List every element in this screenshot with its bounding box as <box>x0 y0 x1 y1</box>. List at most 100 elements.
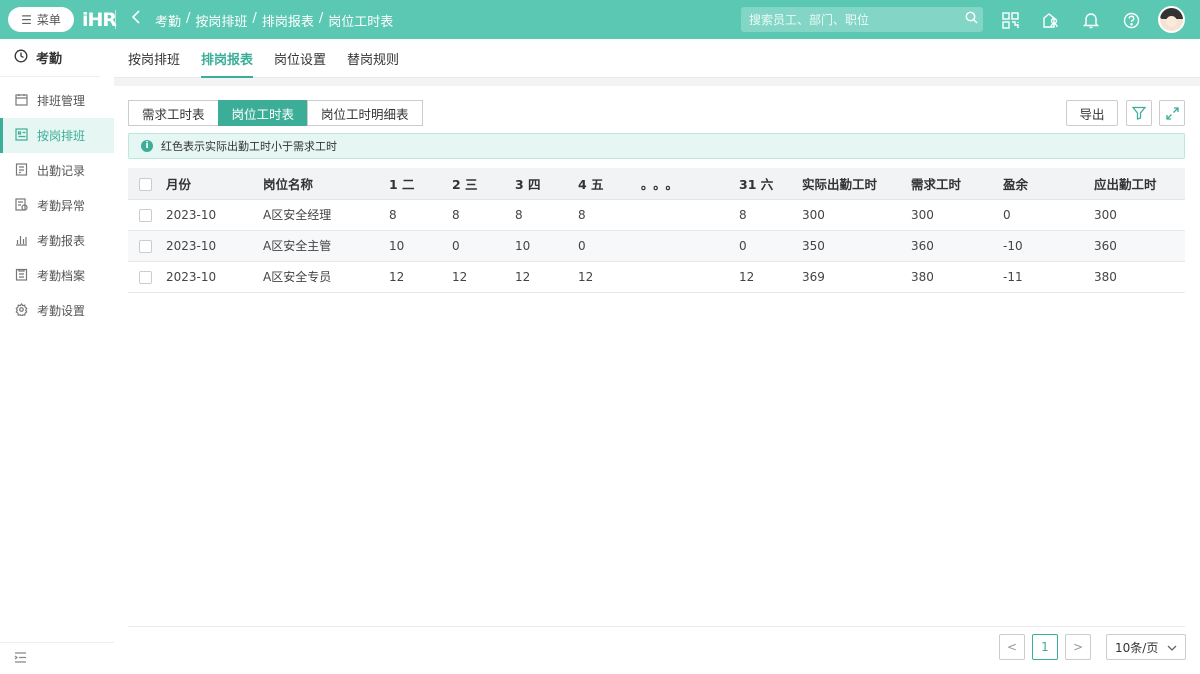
cell-day: 12 <box>578 261 641 293</box>
cell-demand-hours: 380 <box>911 261 1003 293</box>
next-page-button[interactable]: > <box>1065 634 1091 660</box>
tab-post-schedule[interactable]: 按岗排班 <box>128 39 180 78</box>
row-checkbox[interactable] <box>139 239 152 253</box>
info-icon: i <box>141 140 153 152</box>
sidebar-item-schedule[interactable]: 排班管理 <box>0 83 114 118</box>
segment-post-hours-detail[interactable]: 岗位工时明细表 <box>307 100 423 126</box>
back-icon[interactable] <box>131 10 141 28</box>
export-button[interactable]: 导出 <box>1066 100 1118 126</box>
logo-text: iHR <box>82 9 117 31</box>
cell-required-hours: 300 <box>1094 199 1185 231</box>
cell-day: 12 <box>452 261 515 293</box>
sidebar-item-label: 考勤档案 <box>37 269 86 283</box>
tab-post-report[interactable]: 排岗报表 <box>201 39 254 78</box>
menu-button[interactable]: ☰ 菜单 <box>8 7 74 32</box>
cell-surplus: -11 <box>1003 261 1094 293</box>
select-all-checkbox[interactable] <box>139 177 152 191</box>
qrcode-icon[interactable] <box>1000 10 1020 30</box>
chevron-right-icon: > <box>1072 640 1084 654</box>
cell-ellipsis <box>641 230 739 262</box>
prev-page-button[interactable]: < <box>999 634 1025 660</box>
sidebar-item-exception[interactable]: 考勤异常 <box>0 188 114 223</box>
cell-required-hours: 360 <box>1094 230 1185 262</box>
header-ellipsis: 。。。 <box>641 168 739 200</box>
row-checkbox-cell <box>128 199 166 231</box>
table-row[interactable]: 2023-10 A区安全专员 12 12 12 12 12 369 380 -1… <box>128 261 1185 293</box>
header-actual-hours: 实际出勤工时 <box>802 168 911 200</box>
sidebar-item-label: 出勤记录 <box>37 164 86 178</box>
cell-day: 10 <box>515 230 578 262</box>
page-size-select[interactable]: 10条/页 <box>1106 634 1186 660</box>
record-icon <box>14 162 28 179</box>
breadcrumb-current: 岗位工时表 <box>328 15 394 30</box>
sidebar-item-post-schedule[interactable]: 按岗排班 <box>0 118 114 153</box>
sidebar-item-label: 考勤报表 <box>37 234 86 248</box>
breadcrumb: 考勤 / 按岗排班 / 排岗报表 / 岗位工时表 <box>155 11 393 30</box>
table-row[interactable]: 2023-10 A区安全经理 8 8 8 8 8 300 300 0 300 <box>128 199 1185 231</box>
fullscreen-icon[interactable] <box>1159 100 1185 126</box>
top-bar: ☰ 菜单 iHR 考勤 / 按岗排班 / 排岗报表 / 岗位工时表 <box>0 0 1200 39</box>
cell-month: 2023-10 <box>166 261 263 293</box>
header-day: 31 六 <box>739 168 802 200</box>
segment-demand-hours[interactable]: 需求工时表 <box>128 100 219 126</box>
avatar[interactable] <box>1158 6 1185 33</box>
header-day: 2 三 <box>452 168 515 200</box>
cell-day: 0 <box>452 230 515 262</box>
cell-day: 0 <box>578 230 641 262</box>
cell-day: 0 <box>739 230 802 262</box>
list-icon: ☰ <box>21 12 32 27</box>
menu-label: 菜单 <box>36 13 61 27</box>
header-demand-hours: 需求工时 <box>911 168 1003 200</box>
logo: iHR <box>82 9 117 31</box>
cell-actual-hours: 350 <box>802 230 911 262</box>
report-type-switch: 需求工时表 岗位工时表 岗位工时明细表 <box>128 100 423 126</box>
breadcrumb-item[interactable]: 按岗排班 <box>195 11 247 30</box>
breadcrumb-item[interactable]: 考勤 <box>155 11 181 30</box>
cell-day: 12 <box>515 261 578 293</box>
row-checkbox[interactable] <box>139 208 152 222</box>
sidebar-title-label: 考勤 <box>36 52 63 67</box>
calendar-icon <box>14 93 28 109</box>
sidebar-item-report[interactable]: 考勤报表 <box>0 223 114 258</box>
notice-text: 红色表示实际出勤工时小于需求工时 <box>161 140 337 153</box>
breadcrumb-sep: / <box>318 11 324 26</box>
sidebar-item-label: 考勤设置 <box>37 304 86 318</box>
help-icon[interactable] <box>1121 10 1141 30</box>
header-surplus: 盈余 <box>1003 168 1094 200</box>
cell-surplus: 0 <box>1003 199 1094 231</box>
cell-day: 8 <box>389 199 452 231</box>
page-number-button[interactable]: 1 <box>1032 634 1058 660</box>
sidebar: 考勤 排班管理 按岗排班 出勤记录 考勤异常 考勤报表 考勤档案 考勤设置 <box>0 39 114 674</box>
row-checkbox[interactable] <box>139 270 152 284</box>
tab-substitute-rules[interactable]: 替岗规则 <box>347 39 399 78</box>
cell-day: 8 <box>515 199 578 231</box>
header-day: 1 二 <box>389 168 452 200</box>
org-icon[interactable] <box>1040 10 1060 30</box>
avatar-face <box>1166 16 1177 27</box>
sidebar-item-label: 按岗排班 <box>37 129 86 143</box>
chevron-down-icon <box>1167 640 1177 654</box>
table-row[interactable]: 2023-10 A区安全主管 10 0 10 0 0 350 360 -10 3… <box>128 230 1185 262</box>
row-checkbox-cell <box>128 230 166 262</box>
tab-post-settings[interactable]: 岗位设置 <box>274 39 326 78</box>
post-schedule-icon <box>14 127 28 144</box>
subtabs: 按岗排班 排岗报表 岗位设置 替岗规则 <box>114 39 1200 78</box>
sidebar-item-archive[interactable]: 考勤档案 <box>0 258 114 293</box>
filter-icon[interactable] <box>1126 100 1152 126</box>
segment-post-hours[interactable]: 岗位工时表 <box>217 100 309 126</box>
main-panel: 需求工时表 岗位工时表 岗位工时明细表 导出 i 红色表示实际出勤工时小于需求工… <box>114 86 1200 674</box>
sidebar-item-settings[interactable]: 考勤设置 <box>0 293 114 328</box>
bell-icon[interactable] <box>1081 10 1101 30</box>
breadcrumb-item[interactable]: 排岗报表 <box>262 11 314 30</box>
sidebar-item-attendance-record[interactable]: 出勤记录 <box>0 153 114 188</box>
collapse-icon <box>14 651 27 666</box>
search-input[interactable] <box>741 12 959 27</box>
cell-day: 10 <box>389 230 452 262</box>
cell-month: 2023-10 <box>166 199 263 231</box>
header-day: 4 五 <box>578 168 641 200</box>
chart-icon <box>14 233 28 249</box>
sidebar-collapse-toggle[interactable] <box>0 642 114 674</box>
divider <box>115 10 116 29</box>
cell-demand-hours: 360 <box>911 230 1003 262</box>
search-icon[interactable] <box>959 11 983 28</box>
